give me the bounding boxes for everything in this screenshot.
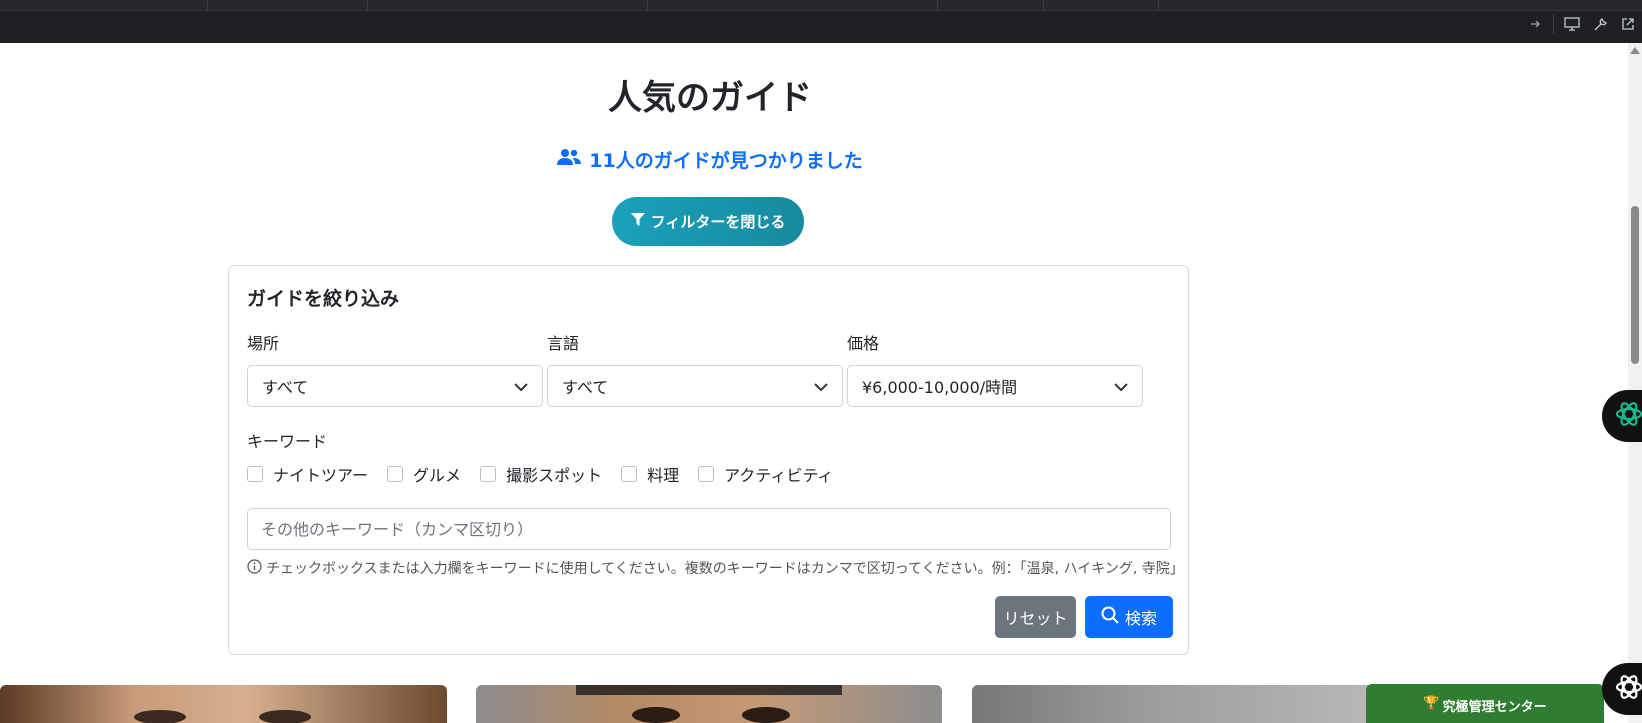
ai-assistant-button[interactable] [1602, 390, 1642, 442]
scrollbar-thumb[interactable] [1631, 206, 1639, 364]
language-select[interactable]: すべて [547, 365, 843, 407]
monitor-icon[interactable] [1558, 12, 1586, 36]
chevron-down-icon [1114, 377, 1128, 396]
checkbox[interactable] [387, 466, 404, 482]
info-icon [247, 558, 262, 578]
guide-count: 11人のガイドが見つかりました [0, 146, 1420, 173]
chevron-down-icon [514, 377, 528, 396]
checkbox[interactable] [621, 466, 638, 482]
search-icon [1101, 606, 1119, 628]
chevron-down-icon [814, 377, 828, 396]
arrow-right-icon[interactable] [1521, 12, 1549, 36]
keyword-help: チェックボックスまたは入力欄をキーワードに使用してください。複数のキーワードはカ… [247, 558, 1184, 578]
price-select-value: ¥6,000-10,000/時間 [862, 378, 1018, 397]
checkbox[interactable] [480, 466, 497, 482]
keyword-checkbox[interactable]: アクティビティ [698, 462, 833, 486]
search-button-label: 検索 [1124, 609, 1157, 628]
location-select[interactable]: すべて [247, 365, 543, 407]
filter-toggle-label: フィルターを閉じる [650, 213, 786, 231]
browser-toolbar [0, 0, 1642, 43]
keyword-checkbox[interactable]: グルメ [387, 462, 461, 486]
scroll-up-icon[interactable] [1630, 47, 1640, 54]
ai-logo-icon [1614, 399, 1642, 433]
filter-icon [630, 212, 645, 231]
external-link-icon[interactable] [1614, 12, 1642, 36]
location-select-value: すべて [262, 378, 309, 397]
price-label: 価格 [847, 334, 880, 353]
language-label: 言語 [547, 334, 580, 353]
checkbox[interactable] [698, 466, 715, 482]
ai-logo-icon [1614, 672, 1642, 706]
keyword-input[interactable] [247, 508, 1171, 550]
trophy-icon: 🏆 [1423, 696, 1440, 711]
keyword-checkbox[interactable]: 料理 [621, 462, 679, 486]
filter-heading: ガイドを絞り込み [247, 288, 400, 310]
tab-strip [0, 0, 1642, 11]
search-button[interactable]: 検索 [1085, 596, 1173, 638]
filter-toggle-button[interactable]: フィルターを閉じる [612, 197, 804, 246]
keyword-help-text: チェックボックスまたは入力欄をキーワードに使用してください。複数のキーワードはカ… [266, 561, 1184, 577]
guide-count-text: 11人のガイドが見つかりました [589, 150, 863, 172]
guide-photo[interactable] [972, 685, 1372, 723]
keyword-label: キーワード [247, 432, 328, 451]
admin-center-label: 究極管理センター [1442, 700, 1547, 715]
admin-center-badge[interactable]: 🏆 究極管理センター [1366, 684, 1604, 723]
keyword-checkboxes: ナイトツアー グルメ 撮影スポット 料理 アクティビティ [247, 462, 852, 486]
location-label: 場所 [247, 334, 280, 353]
guide-photo[interactable] [0, 685, 447, 723]
price-select[interactable]: ¥6,000-10,000/時間 [847, 365, 1143, 407]
guide-photo[interactable] [476, 685, 942, 723]
users-icon [557, 148, 582, 171]
filter-panel: ガイドを絞り込み 場所 言語 価格 すべて すべて ¥6,000-10,000/… [228, 265, 1189, 655]
checkbox[interactable] [247, 466, 263, 482]
keyword-checkbox[interactable]: ナイトツアー [247, 462, 368, 486]
language-select-value: すべて [562, 378, 609, 397]
page-title: 人気のガイド [608, 78, 812, 118]
assistant-button[interactable] [1602, 663, 1642, 715]
reset-button[interactable]: リセット [995, 596, 1076, 638]
page-scrollbar[interactable] [1628, 43, 1642, 723]
wrench-icon[interactable] [1586, 12, 1614, 36]
keyword-checkbox[interactable]: 撮影スポット [480, 462, 602, 486]
